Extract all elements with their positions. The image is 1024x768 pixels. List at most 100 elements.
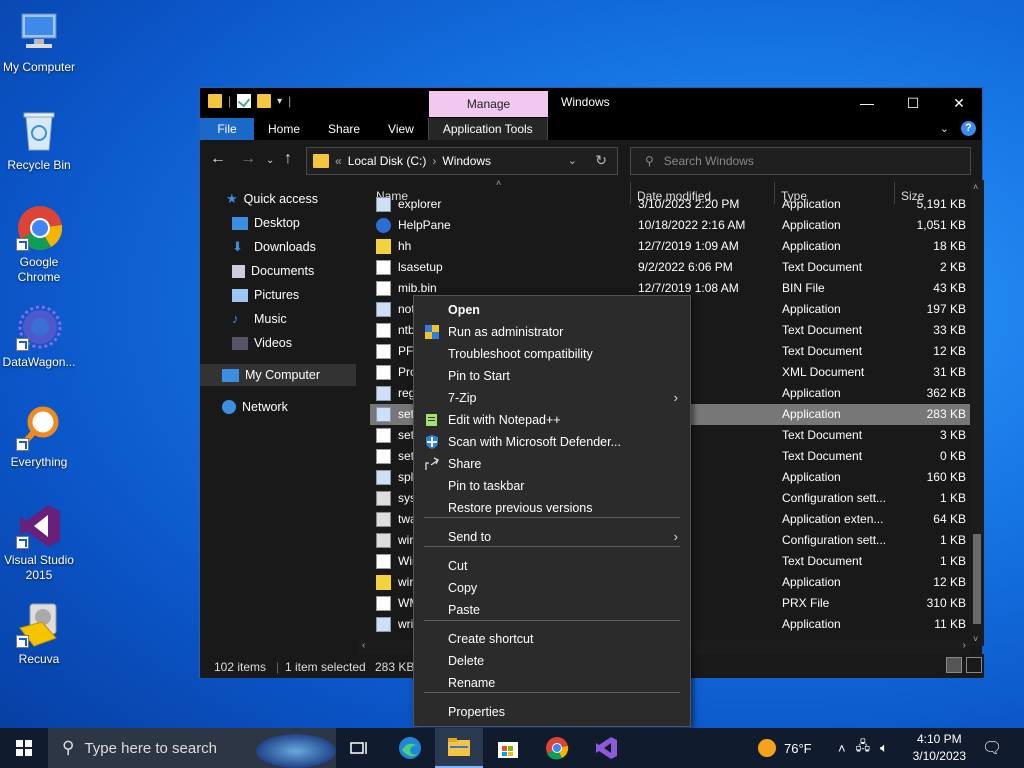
nav-downloads[interactable]: ⬇ Downloads 📌︎	[232, 236, 386, 258]
scroll-down-icon[interactable]: ˅	[973, 634, 978, 644]
file-type: Application	[782, 218, 841, 232]
menu-item-properties[interactable]: Properties	[414, 701, 690, 723]
menu-separator	[424, 692, 680, 693]
scroll-right-icon[interactable]: ›	[963, 640, 966, 651]
taskbar-store[interactable]	[484, 728, 532, 768]
customize-toolbar-icon[interactable]: ▾	[277, 96, 282, 107]
nav-quick-access[interactable]: ★ Quick access	[226, 188, 318, 210]
taskbar-file-explorer[interactable]	[435, 728, 483, 768]
taskbar-visual-studio[interactable]	[582, 728, 630, 768]
file-doc-icon	[376, 365, 391, 380]
help-icon[interactable]: ?	[961, 121, 976, 136]
menu-item-create-shortcut[interactable]: Create shortcut	[414, 628, 690, 650]
nav-pictures[interactable]: Pictures 📌︎	[232, 284, 386, 306]
file-doc-icon	[376, 260, 391, 275]
menu-item-cut[interactable]: Cut	[414, 555, 690, 577]
tab-file[interactable]: File	[200, 118, 254, 140]
recent-locations-icon[interactable]: ⌄	[266, 155, 274, 166]
tab-share[interactable]: Share	[314, 118, 374, 140]
action-center-button[interactable]: 🗨︎	[982, 728, 1002, 768]
file-size: 64 KB	[933, 512, 966, 526]
file-type: Text Document	[782, 449, 863, 463]
file-doc-icon	[376, 323, 391, 338]
menu-item-delete[interactable]: Delete	[414, 650, 690, 672]
menu-item-troubleshoot-compatibility[interactable]: Troubleshoot compatibility	[414, 343, 690, 365]
menu-item-open[interactable]: Open	[414, 299, 690, 321]
table-row[interactable]: explorer 3/10/2023 2:20 PM Application 5,19…	[370, 194, 970, 215]
desktop-icon-everything[interactable]: Everything	[0, 405, 78, 470]
desktop-icon-recuva[interactable]: Recuva	[0, 602, 78, 667]
details-view-icon[interactable]	[946, 657, 962, 673]
tab-view[interactable]: View	[374, 118, 428, 140]
taskbar-search-box[interactable]: ⚲ Type here to search	[48, 728, 336, 768]
address-field[interactable]: « Local Disk (C:) › Windows ⌄ ↻	[306, 147, 618, 175]
menu-item-label: Open	[448, 303, 480, 317]
network-icon[interactable]: 🖧︎	[856, 737, 871, 759]
desktop-icon-datawagon[interactable]: DataWagon...	[0, 305, 78, 370]
properties-icon[interactable]	[237, 94, 252, 108]
context-menu: Open Run as administrator Troubleshoot com…	[413, 295, 691, 727]
menu-item-send-to[interactable]: Send to ›	[414, 526, 690, 548]
file-size: 1 KB	[939, 554, 966, 568]
desktop-icon-visual-studio[interactable]: Visual Studio 2015	[0, 503, 78, 583]
menu-item-share[interactable]: Share	[414, 453, 690, 475]
vertical-scrollbar[interactable]: ˄ ˅	[970, 180, 984, 646]
desktop-icon-recycle-bin[interactable]: Recycle Bin	[0, 108, 78, 173]
taskbar-edge[interactable]	[386, 728, 434, 768]
desktop-icon-my-computer[interactable]: My Computer	[0, 10, 78, 75]
start-button[interactable]	[0, 728, 48, 768]
file-name: set	[398, 428, 415, 442]
show-hidden-icons-icon[interactable]: ˄	[838, 741, 846, 756]
menu-item-rename[interactable]: Rename	[414, 672, 690, 694]
file-size: 33 KB	[933, 323, 966, 337]
nav-my-computer[interactable]: My Computer	[200, 364, 356, 386]
nav-desktop[interactable]: Desktop 📌︎	[232, 212, 386, 234]
table-row[interactable]: hh 12/7/2019 1:09 AM Application 18 KB	[370, 236, 970, 257]
volume-icon[interactable]: 🔈︎	[880, 740, 888, 756]
weather-widget[interactable]: 76°F	[758, 728, 812, 768]
scroll-up-icon[interactable]: ˄	[973, 182, 978, 192]
menu-item-7-zip[interactable]: 7-Zip ›	[414, 387, 690, 409]
scroll-thumb[interactable]	[973, 534, 981, 624]
search-input[interactable]: ⚲ Search Windows	[630, 147, 971, 175]
nav-documents[interactable]: Documents 📌︎	[232, 260, 386, 282]
close-button[interactable]: ✕	[936, 88, 982, 118]
taskbar-chrome[interactable]	[533, 728, 581, 768]
back-arrow-icon[interactable]: ←	[210, 150, 226, 168]
table-row[interactable]: HelpPane 10/18/2022 2:16 AM Application 1,0…	[370, 215, 970, 236]
nav-music[interactable]: ♪ Music	[232, 308, 287, 330]
refresh-icon[interactable]: ↻	[595, 152, 607, 169]
menu-item-paste[interactable]: Paste	[414, 599, 690, 621]
chevron-down-icon[interactable]: ⌄	[568, 154, 577, 167]
breadcrumb-local-disk[interactable]: Local Disk (C:)	[348, 154, 427, 168]
menu-item-copy[interactable]: Copy	[414, 577, 690, 599]
manage-tab[interactable]: Manage	[429, 91, 548, 117]
tab-application-tools[interactable]: Application Tools	[427, 118, 548, 140]
nav-videos[interactable]: Videos	[232, 332, 292, 354]
menu-item-run-as-administrator[interactable]: Run as administrator	[414, 321, 690, 343]
menu-item-pin-to-start[interactable]: Pin to Start	[414, 365, 690, 387]
menu-item-label: Pin to taskbar	[448, 479, 525, 493]
forward-arrow-icon[interactable]: →	[240, 150, 256, 168]
menu-item-scan-with-microsoft-defender[interactable]: Scan with Microsoft Defender...	[414, 431, 690, 453]
nav-network[interactable]: Network	[222, 396, 288, 418]
scroll-left-icon[interactable]: ‹	[362, 640, 365, 651]
breadcrumb-windows[interactable]: Windows	[442, 154, 491, 168]
minimize-button[interactable]: —	[844, 88, 890, 118]
menu-item-pin-to-taskbar[interactable]: Pin to taskbar	[414, 475, 690, 497]
task-view-button[interactable]	[336, 728, 384, 768]
maximize-button[interactable]: ☐	[890, 88, 936, 118]
new-folder-icon[interactable]	[257, 94, 272, 108]
system-clock[interactable]: 4:10 PM 3/10/2023	[913, 731, 966, 765]
windows-logo-icon	[16, 740, 32, 756]
up-arrow-icon[interactable]: ↑	[284, 150, 292, 168]
shortcut-arrow-icon	[16, 338, 29, 351]
menu-item-restore-previous-versions[interactable]: Restore previous versions	[414, 497, 690, 519]
expand-ribbon-icon[interactable]: ⌄	[940, 122, 949, 135]
desktop-icon-google-chrome[interactable]: Google Chrome	[0, 205, 78, 285]
table-row[interactable]: lsasetup 9/2/2022 6:06 PM Text Document 2 K…	[370, 257, 970, 278]
large-icons-view-icon[interactable]	[966, 657, 982, 673]
title-bar[interactable]: | ▾ | Manage Windows — ☐ ✕	[200, 88, 982, 118]
tab-home[interactable]: Home	[254, 118, 314, 140]
menu-item-edit-with-notepad[interactable]: Edit with Notepad++	[414, 409, 690, 431]
